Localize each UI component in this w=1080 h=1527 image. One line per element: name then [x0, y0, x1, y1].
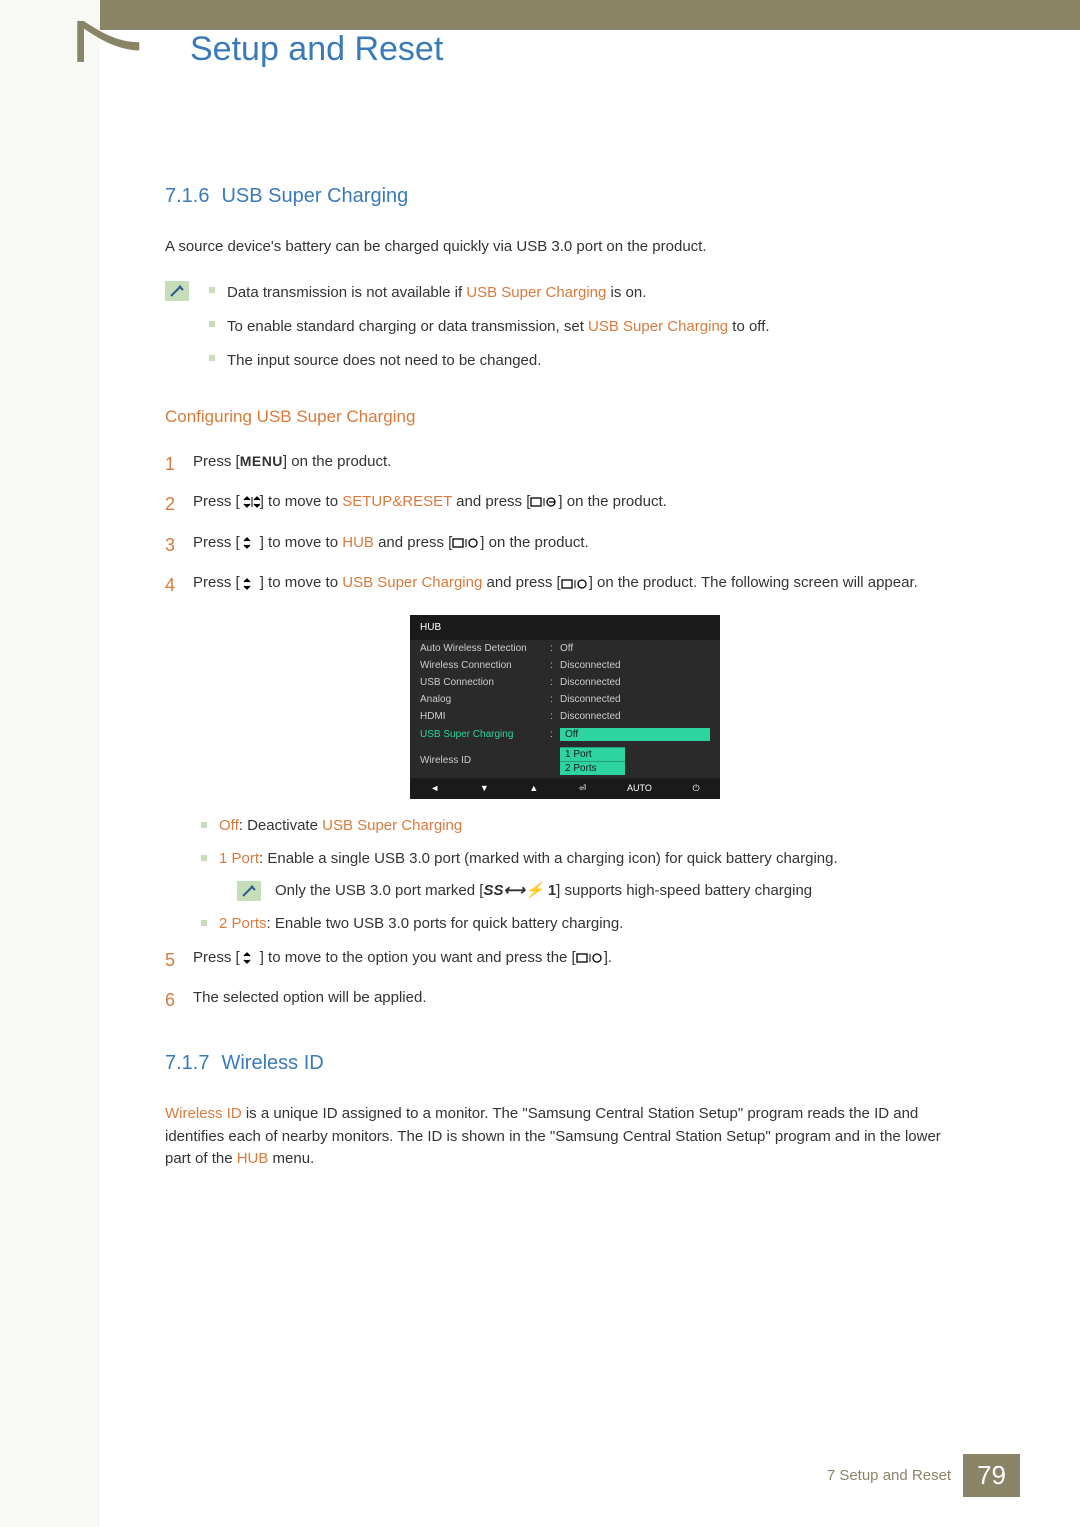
- ss-charge-icon: SS⟷⚡: [483, 882, 543, 899]
- step-6: 6 The selected option will be applied.: [165, 985, 965, 1016]
- note-item-1: Data transmission is not available if US…: [209, 281, 965, 305]
- enter-return-icon: [530, 489, 558, 515]
- step-4: 4 Press [] to move to USB Super Charging…: [165, 570, 965, 601]
- step-number: 3: [165, 530, 193, 561]
- page-title: Setup and Reset: [190, 30, 443, 69]
- top-banner: [100, 0, 1080, 30]
- configuring-heading: Configuring USB Super Charging: [165, 407, 965, 427]
- page-number: 79: [963, 1454, 1020, 1497]
- step-number: 2: [165, 489, 193, 520]
- nav-left-icon: ◄: [430, 783, 439, 794]
- note-icon: [237, 881, 261, 901]
- note-block: Data transmission is not available if US…: [165, 281, 965, 383]
- enter-icon: ⏎: [579, 783, 587, 794]
- section-heading-716: 7.1.6 USB Super Charging: [165, 185, 965, 208]
- wireless-id-paragraph: Wireless ID is a unique ID assigned to a…: [165, 1103, 965, 1171]
- up-down-icon: [240, 530, 260, 556]
- up-down-icon: [240, 945, 260, 971]
- up-down-icon: [240, 489, 260, 515]
- step-2: 2 Press [] to move to SETUP&RESET and pr…: [165, 489, 965, 520]
- enter-return-icon: [452, 530, 480, 556]
- intro-paragraph: A source device's battery can be charged…: [165, 236, 965, 259]
- note-item-2: To enable standard charging or data tran…: [209, 315, 965, 339]
- section-title: Wireless ID: [221, 1052, 323, 1074]
- osd-row-active: USB Super Charging:Off: [410, 725, 720, 744]
- note-list: Data transmission is not available if US…: [209, 281, 965, 383]
- osd-row: HDMI:Disconnected: [410, 708, 720, 725]
- osd-row: Wireless ID 1 Port 2 Ports: [410, 744, 720, 778]
- option-list: Off: Deactivate USB Super Charging 1 Por…: [201, 813, 965, 937]
- auto-label: AUTO: [627, 783, 652, 794]
- enter-return-icon: [561, 571, 589, 597]
- osd-row: Analog:Disconnected: [410, 691, 720, 708]
- step-number: 4: [165, 570, 193, 601]
- footer: 7 Setup and Reset 79: [827, 1454, 1020, 1497]
- step-number: 1: [165, 449, 193, 480]
- up-down-icon: [240, 571, 260, 597]
- section-number: 7.1.6: [165, 185, 209, 207]
- enter-return-icon: [576, 945, 604, 971]
- osd-menu: HUB Auto Wireless Detection:Off Wireless…: [410, 615, 720, 799]
- note-item-3: The input source does not need to be cha…: [209, 349, 965, 373]
- sub-note: Only the USB 3.0 port marked [SS⟷⚡ 1] su…: [237, 878, 965, 904]
- option-2ports: 2 Ports: Enable two USB 3.0 ports for qu…: [201, 911, 965, 937]
- nav-up-icon: ▲: [529, 783, 538, 794]
- nav-down-icon: ▼: [480, 783, 489, 794]
- osd-row: Auto Wireless Detection:Off: [410, 640, 720, 657]
- left-margin: [0, 0, 100, 1527]
- option-off: Off: Deactivate USB Super Charging: [201, 813, 965, 839]
- step-number: 5: [165, 945, 193, 976]
- step-3: 3 Press [] to move to HUB and press [] o…: [165, 530, 965, 561]
- osd-row: Wireless Connection:Disconnected: [410, 657, 720, 674]
- menu-label: MENU: [240, 453, 283, 469]
- power-icon: ⏻: [693, 783, 700, 794]
- chapter-number: 7: [59, 16, 162, 66]
- osd-footer: ◄ ▼ ▲ ⏎ AUTO ⏻: [410, 778, 720, 799]
- step-5: 5 Press [] to move to the option you wan…: [165, 945, 965, 976]
- section-heading-717: 7.1.7 Wireless ID: [165, 1052, 965, 1075]
- content-area: 7.1.6 USB Super Charging A source device'…: [165, 185, 965, 1193]
- step-1: 1 Press [MENU] on the product.: [165, 449, 965, 480]
- step-number: 6: [165, 985, 193, 1016]
- option-1port: 1 Port: Enable a single USB 3.0 port (ma…: [201, 846, 965, 903]
- section-title: USB Super Charging: [221, 185, 408, 207]
- osd-row: USB Connection:Disconnected: [410, 674, 720, 691]
- note-icon: [165, 281, 189, 301]
- section-number: 7.1.7: [165, 1052, 209, 1074]
- osd-header: HUB: [410, 615, 720, 640]
